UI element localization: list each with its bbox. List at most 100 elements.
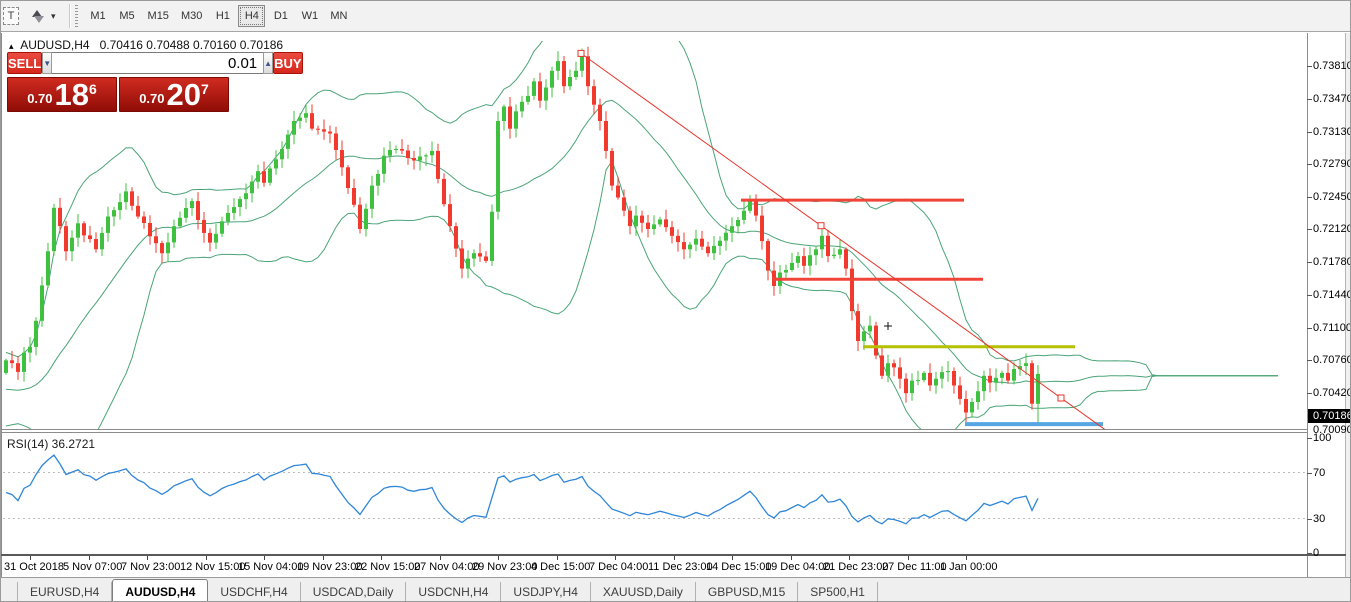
- price-tick-label: 0.72120: [1313, 223, 1351, 235]
- price-tick-label: 0.72450: [1313, 191, 1351, 203]
- chart-tab-audusd-h4[interactable]: AUDUSD,H4: [112, 579, 209, 601]
- volume-input[interactable]: [52, 52, 264, 74]
- buy-button[interactable]: BUY: [273, 52, 303, 74]
- candle-body: [814, 249, 818, 256]
- candle-body: [850, 268, 854, 312]
- candle-body: [1036, 373, 1040, 404]
- time-tick-mark: [264, 556, 265, 560]
- candle-body: [466, 258, 470, 269]
- trendline-anchor-1[interactable]: [817, 222, 825, 230]
- candle-body: [232, 207, 236, 213]
- chart-tab-usdjpy-h4[interactable]: USDJPY,H4: [501, 582, 591, 601]
- time-axis-label: 12 Nov 15:00: [180, 561, 246, 573]
- candle-body: [1012, 369, 1016, 381]
- candle-body: [538, 81, 542, 101]
- rsi-tick-label: 100: [1313, 432, 1332, 444]
- candle-body: [418, 156, 422, 161]
- candle-body: [394, 149, 398, 150]
- candle-body: [430, 150, 434, 156]
- volume-decrease-button[interactable]: ▼: [42, 52, 53, 74]
- time-axis-label: 14 Dec 15:00: [706, 561, 772, 573]
- candle-body: [316, 128, 320, 130]
- candle-body: [106, 216, 110, 233]
- candle-body: [784, 270, 788, 273]
- time-tick-mark: [908, 556, 909, 560]
- volume-increase-button[interactable]: ▲: [263, 52, 274, 74]
- chart-tab-xauusd-daily[interactable]: XAUUSD,Daily: [591, 582, 696, 601]
- candle-body: [220, 221, 224, 234]
- candle-body: [598, 104, 602, 121]
- candle-body: [328, 131, 332, 134]
- candle-body: [268, 168, 272, 183]
- candle-body: [196, 201, 200, 220]
- candle-body: [898, 367, 902, 379]
- buy-price-display[interactable]: 0.70 20 7: [119, 77, 229, 112]
- candle-body: [700, 238, 704, 247]
- candle-body: [28, 346, 32, 353]
- candle-body: [334, 133, 338, 150]
- price-tick-label: 0.73470: [1313, 93, 1351, 105]
- rsi-splitter-bottom[interactable]: [1, 432, 1308, 433]
- candle-body: [892, 363, 896, 368]
- candle-body: [358, 204, 362, 229]
- candle-body: [976, 391, 980, 402]
- candle-body: [880, 355, 884, 376]
- candle-body: [646, 222, 650, 229]
- candle-body: [178, 217, 182, 227]
- candle-body: [112, 210, 116, 217]
- candle-body: [940, 372, 944, 379]
- candle-body: [928, 372, 932, 386]
- candle-body: [490, 211, 494, 261]
- candle-body: [586, 56, 590, 87]
- candle-body: [556, 61, 560, 71]
- trendline-anchor-2[interactable]: [1057, 394, 1065, 402]
- candle-body: [58, 207, 62, 227]
- time-tick-mark: [849, 556, 850, 560]
- sell-button[interactable]: SELL: [7, 52, 43, 74]
- candle-body: [40, 285, 44, 321]
- candle-body: [736, 220, 740, 227]
- candle-body: [790, 262, 794, 270]
- candle-body: [460, 248, 464, 269]
- chart-tab-eurusd-h4[interactable]: EURUSD,H4: [17, 582, 113, 601]
- time-axis-label: 5 Nov 07:00: [63, 561, 123, 573]
- chart-tab-gbpusd-m15[interactable]: GBPUSD,M15: [696, 582, 799, 601]
- price-tick-label: 0.70420: [1313, 387, 1351, 399]
- chart-tab-usdcnh-h4[interactable]: USDCNH,H4: [406, 582, 502, 601]
- candle-body: [760, 215, 764, 242]
- candle-body: [1030, 363, 1034, 404]
- candle-body: [676, 235, 680, 243]
- candle-body: [1000, 372, 1004, 378]
- candle-body: [238, 199, 242, 207]
- trendline-anchor-0[interactable]: [577, 49, 585, 57]
- candle-body: [718, 240, 722, 246]
- sell-price-display[interactable]: 0.70 18 6: [7, 77, 117, 112]
- candle-body: [352, 188, 356, 205]
- candle-body: [298, 117, 302, 121]
- candle-body: [424, 155, 428, 157]
- candle-body: [730, 226, 734, 233]
- candle-body: [922, 372, 926, 381]
- one-click-panel-marker-icon[interactable]: ▴: [9, 41, 14, 51]
- rsi-line[interactable]: [5, 454, 1039, 525]
- candle-body: [946, 371, 950, 373]
- price-axis-separator[interactable]: [1307, 33, 1308, 577]
- rsi-splitter-top[interactable]: [1, 429, 1308, 430]
- candle-body: [442, 178, 446, 205]
- bollinger-band-mid[interactable]: [5, 99, 1278, 391]
- chart-tab-usdchf-h4[interactable]: USDCHF,H4: [208, 582, 301, 601]
- candle-body: [484, 256, 488, 261]
- time-tick-mark: [966, 556, 967, 560]
- candle-body: [910, 380, 914, 394]
- chart-tab-sp500-h1[interactable]: SP500,H1: [798, 582, 878, 601]
- descending-trendline[interactable]: [580, 52, 1107, 430]
- candle-body: [256, 171, 260, 182]
- candle-body: [244, 193, 248, 200]
- candle-body: [502, 106, 506, 121]
- chart-tab-usdcad-daily[interactable]: USDCAD,Daily: [301, 582, 407, 601]
- candle-body: [274, 159, 278, 169]
- candle-body: [958, 385, 962, 399]
- candle-body: [22, 352, 26, 372]
- candle-body: [532, 81, 536, 96]
- candle-body: [322, 129, 326, 132]
